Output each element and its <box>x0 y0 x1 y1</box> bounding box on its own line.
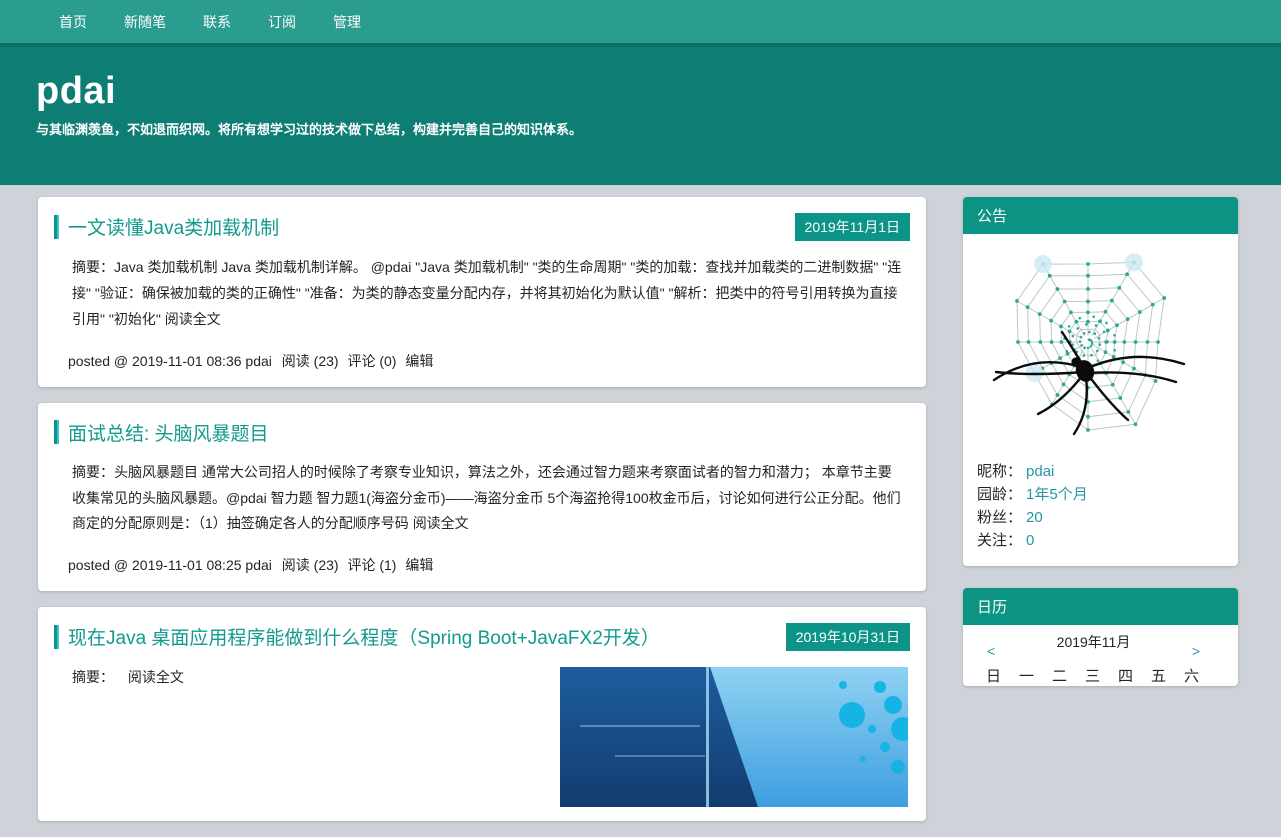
read-count-link[interactable]: 阅读 (23) <box>282 353 339 369</box>
read-more-link[interactable]: 阅读全文 <box>165 311 221 327</box>
main-area: 一文读懂Java类加载机制 2019年11月1日 摘要：Java 类加载机制 J… <box>0 185 1281 837</box>
post-thumbnail-image[interactable] <box>560 667 908 807</box>
post-card: 面试总结: 头脑风暴题目 摘要：头脑风暴题目 通常大公司招人的时候除了考察专业知… <box>38 403 926 592</box>
post-meta: posted @ 2019-11-01 08:36 pdai 阅读 (23) 评… <box>68 351 910 371</box>
post-list: 一文读懂Java类加载机制 2019年11月1日 摘要：Java 类加载机制 J… <box>38 197 926 837</box>
post-summary: 摘要：头脑风暴题目 通常大公司招人的时候除了考察专业知识，算法之外，还会通过智力… <box>72 460 902 538</box>
read-more-link[interactable]: 阅读全文 <box>128 669 184 685</box>
post-date-badge: 2019年11月1日 <box>795 213 910 241</box>
calendar-panel: 日历 < 2019年11月 > 日 一 二 三 四 五 六 <box>963 588 1238 686</box>
title-accent-bar <box>54 215 59 239</box>
post-title-link[interactable]: 面试总结: 头脑风暴题目 <box>54 419 269 446</box>
nav-item-admin[interactable]: 管理 <box>333 12 361 32</box>
profile-following-row: 关注：0 <box>977 529 1224 552</box>
calendar-next-button[interactable]: > <box>1192 643 1200 659</box>
post-card: 现在Java 桌面应用程序能做到什么程度（Spring Boot+JavaFX2… <box>38 607 926 821</box>
calendar-header: 日历 <box>963 588 1238 625</box>
nav-item-subscribe[interactable]: 订阅 <box>268 12 296 32</box>
title-accent-bar <box>54 625 59 649</box>
fans-count-link[interactable]: 20 <box>1026 509 1043 526</box>
sidebar: 公告 昵称：pdai 园龄：1年5个月 粉丝：20 关注：0 <box>963 197 1238 837</box>
blog-title[interactable]: pdai <box>36 47 1281 115</box>
comment-count-link[interactable]: 评论 (1) <box>347 557 396 573</box>
nav-item-contact[interactable]: 联系 <box>203 12 231 32</box>
nav-item-new-post[interactable]: 新随笔 <box>124 12 166 32</box>
read-more-link[interactable]: 阅读全文 <box>413 515 469 531</box>
edit-link[interactable]: 编辑 <box>405 557 433 573</box>
calendar-day-headers: 日 一 二 三 四 五 六 <box>963 659 1238 686</box>
blog-header: pdai 与其临渊羡鱼，不如退而织网。将所有想学习过的技术做下总结，构建并完善自… <box>0 47 1281 185</box>
profile-age-row: 园龄：1年5个月 <box>977 483 1224 506</box>
garden-age-link[interactable]: 1年5个月 <box>1026 486 1088 503</box>
spider-web-image <box>976 244 1226 449</box>
edit-link[interactable]: 编辑 <box>405 353 433 369</box>
post-card: 一文读懂Java类加载机制 2019年11月1日 摘要：Java 类加载机制 J… <box>38 197 926 387</box>
post-title-link[interactable]: 一文读懂Java类加载机制 <box>54 213 279 240</box>
blog-subtitle: 与其临渊羡鱼，不如退而织网。将所有想学习过的技术做下总结，构建并完善自己的知识体… <box>36 119 1281 138</box>
profile-nickname-row: 昵称：pdai <box>977 460 1224 483</box>
announcement-panel: 公告 昵称：pdai 园龄：1年5个月 粉丝：20 关注：0 <box>963 197 1238 566</box>
profile-info: 昵称：pdai 园龄：1年5个月 粉丝：20 关注：0 <box>963 458 1238 566</box>
post-summary: 摘要： 阅读全文 <box>72 667 184 687</box>
post-date-badge: 2019年10月31日 <box>786 623 910 651</box>
calendar-nav: < 2019年11月 > <box>963 625 1238 659</box>
comment-count-link[interactable]: 评论 (0) <box>347 353 396 369</box>
following-count-link[interactable]: 0 <box>1026 532 1034 549</box>
announcement-header: 公告 <box>963 197 1238 234</box>
profile-fans-row: 粉丝：20 <box>977 506 1224 529</box>
title-accent-bar <box>54 420 59 444</box>
post-title-link[interactable]: 现在Java 桌面应用程序能做到什么程度（Spring Boot+JavaFX2… <box>54 623 660 650</box>
nav-item-home[interactable]: 首页 <box>59 12 87 32</box>
calendar-prev-button[interactable]: < <box>987 643 995 659</box>
calendar-month-label: 2019年11月 <box>1055 633 1133 651</box>
posted-info: posted @ 2019-11-01 08:25 pdai <box>68 557 272 573</box>
nickname-link[interactable]: pdai <box>1026 463 1054 480</box>
post-meta: posted @ 2019-11-01 08:25 pdai 阅读 (23) 评… <box>68 555 910 575</box>
post-summary: 摘要：Java 类加载机制 Java 类加载机制详解。 @pdai "Java … <box>72 255 902 333</box>
read-count-link[interactable]: 阅读 (23) <box>282 557 339 573</box>
posted-info: posted @ 2019-11-01 08:36 pdai <box>68 353 272 369</box>
top-navbar: 首页 新随笔 联系 订阅 管理 <box>0 0 1281 43</box>
